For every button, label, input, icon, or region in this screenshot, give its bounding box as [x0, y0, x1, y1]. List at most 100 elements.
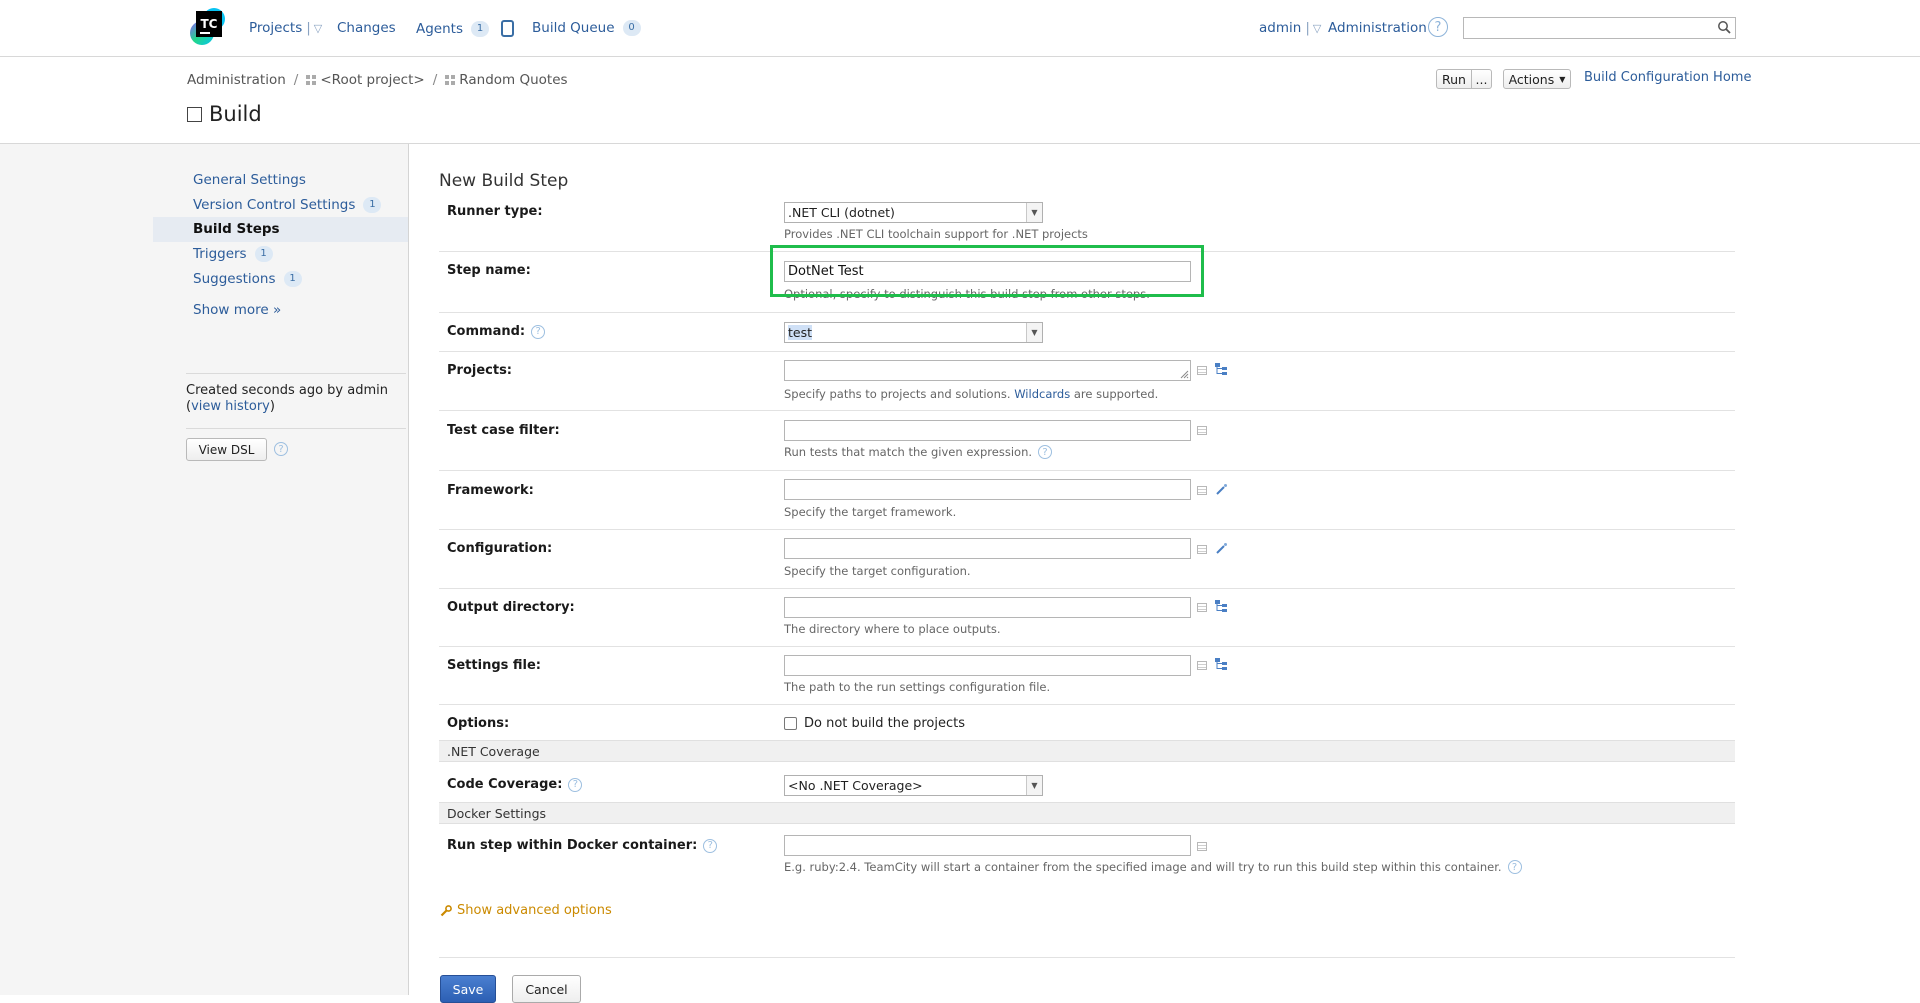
docker-hint-row: E.g. ruby:2.4. TeamCity will start a con… — [784, 860, 1522, 874]
test-case-filter-input[interactable] — [784, 420, 1191, 441]
runner-type-hint: Provides .NET CLI toolchain support for … — [784, 227, 1088, 241]
framework-input[interactable] — [784, 479, 1191, 500]
nav-build-queue-label[interactable]: Build Queue — [532, 20, 615, 36]
chevron-down-icon[interactable]: ▽ — [1313, 22, 1321, 35]
parameter-picker-icon[interactable] — [1197, 842, 1207, 851]
sidebar-item-build-steps[interactable]: Build Steps — [193, 221, 280, 237]
chevron-down-icon[interactable]: ▼ — [1026, 776, 1042, 795]
sidebar-item-label[interactable]: General Settings — [193, 172, 306, 188]
show-more-link[interactable]: Show more » — [193, 302, 281, 318]
runner-type-value: .NET CLI (dotnet) — [788, 205, 895, 220]
sidebar-item-label[interactable]: Suggestions — [193, 271, 276, 287]
show-advanced-options-label[interactable]: Show advanced options — [457, 903, 612, 918]
teamcity-logo[interactable]: TC — [188, 7, 228, 47]
docker-image-input[interactable] — [784, 835, 1191, 856]
code-coverage-select[interactable]: <No .NET Coverage> ▼ — [784, 775, 1043, 796]
row-divider — [439, 588, 1735, 589]
help-icon[interactable]: ? — [568, 777, 583, 792]
user-menu[interactable]: admin | ▽ — [1259, 20, 1321, 36]
run-options-button[interactable]: ... — [1471, 69, 1492, 89]
help-icon[interactable]: ? — [1428, 17, 1448, 37]
breadcrumb-random-quotes[interactable]: Random Quotes — [459, 72, 567, 88]
build-queue-count-badge: 0 — [622, 20, 641, 36]
top-navigation-bar: TC Projects | ▽ Changes Agents 1 Build Q… — [0, 0, 1920, 57]
file-tree-icon[interactable] — [1215, 600, 1228, 613]
view-dsl-button[interactable]: View DSL — [186, 438, 267, 461]
row-divider — [439, 312, 1735, 313]
view-history-link[interactable]: view history — [191, 399, 270, 414]
wildcards-link[interactable]: Wildcards — [1014, 387, 1070, 401]
save-button[interactable]: Save — [440, 975, 496, 1003]
sidebar-count-badge: 1 — [363, 197, 382, 213]
sidebar-item-label[interactable]: Triggers — [193, 246, 247, 262]
sidebar-item-label[interactable]: Version Control Settings — [193, 197, 355, 213]
test-case-filter-label: Test case filter: — [447, 423, 560, 438]
chevron-down-icon[interactable]: ▼ — [1026, 203, 1042, 222]
options-label: Options: — [447, 716, 510, 731]
run-button[interactable]: Run — [1436, 69, 1472, 89]
help-icon[interactable]: ? — [1038, 445, 1053, 459]
parameter-picker-icon[interactable] — [1197, 366, 1207, 375]
breadcrumb: Administration / <Root project> / Random… — [187, 72, 568, 88]
parameter-picker-icon[interactable] — [1197, 486, 1207, 495]
nav-agents[interactable]: Agents 1 — [416, 20, 514, 37]
file-tree-icon[interactable] — [1215, 363, 1228, 376]
help-icon[interactable]: ? — [703, 838, 718, 853]
row-divider — [439, 704, 1735, 705]
row-divider — [439, 646, 1735, 647]
cancel-button[interactable]: Cancel — [512, 975, 581, 1003]
search-input[interactable] — [1463, 17, 1736, 39]
user-name[interactable]: admin — [1259, 20, 1301, 36]
nav-build-queue[interactable]: Build Queue 0 — [532, 20, 641, 36]
output-directory-input[interactable] — [784, 597, 1191, 618]
nav-administration[interactable]: Administration — [1328, 20, 1427, 36]
do-not-build-checkbox[interactable] — [784, 717, 797, 730]
actions-dropdown[interactable]: Actions ▼ — [1503, 69, 1571, 89]
sidebar-item-label[interactable]: Build Steps — [193, 221, 280, 237]
svg-text:TC: TC — [201, 17, 218, 31]
search-icon[interactable] — [1717, 20, 1731, 34]
show-advanced-options-link[interactable]: Show advanced options — [440, 903, 612, 918]
parameter-picker-icon[interactable] — [1197, 661, 1207, 670]
do-not-build-label[interactable]: Do not build the projects — [804, 716, 965, 731]
nav-agents-label[interactable]: Agents — [416, 21, 463, 37]
help-icon[interactable]: ? — [531, 324, 546, 339]
settings-file-input[interactable] — [784, 655, 1191, 676]
help-icon[interactable]: ? — [1507, 860, 1522, 874]
chevron-down-icon[interactable]: ▽ — [314, 22, 322, 35]
magic-wand-icon[interactable] — [1215, 483, 1228, 496]
divider — [186, 373, 406, 374]
parameter-picker-icon[interactable] — [1197, 426, 1207, 435]
show-more-label[interactable]: Show more » — [193, 302, 281, 318]
sidebar-item-version-control-settings[interactable]: Version Control Settings 1 — [193, 197, 382, 213]
magic-wand-icon[interactable] — [1215, 542, 1228, 555]
projects-textarea[interactable] — [784, 360, 1191, 381]
sidebar-item-general-settings[interactable]: General Settings — [193, 172, 306, 188]
nav-changes-label[interactable]: Changes — [337, 20, 396, 36]
parameter-picker-icon[interactable] — [1197, 545, 1207, 554]
sidebar-item-triggers[interactable]: Triggers 1 — [193, 246, 273, 262]
test-case-filter-hint: Run tests that match the given expressio… — [784, 445, 1033, 459]
breadcrumb-separator: / — [293, 72, 299, 88]
resize-handle-icon[interactable] — [1179, 369, 1189, 379]
projects-hint-prefix: Specify paths to projects and solutions. — [784, 387, 1015, 401]
command-select[interactable]: test ▼ — [784, 322, 1043, 343]
nav-changes[interactable]: Changes — [337, 20, 396, 36]
agent-icon[interactable] — [501, 20, 514, 37]
projects-hint: Specify paths to projects and solutions.… — [784, 387, 1158, 401]
breadcrumb-administration[interactable]: Administration — [187, 72, 286, 88]
build-configuration-home-link[interactable]: Build Configuration Home — [1584, 70, 1751, 85]
runner-type-select[interactable]: .NET CLI (dotnet) ▼ — [784, 202, 1043, 223]
parameter-picker-icon[interactable] — [1197, 603, 1207, 612]
sidebar-item-suggestions[interactable]: Suggestions 1 — [193, 271, 302, 287]
nav-projects-label[interactable]: Projects — [249, 20, 302, 36]
nav-projects[interactable]: Projects | ▽ — [249, 20, 322, 36]
administration-label[interactable]: Administration — [1328, 20, 1427, 36]
breadcrumb-root-project[interactable]: <Root project> — [320, 72, 424, 88]
row-divider — [439, 351, 1735, 352]
chevron-down-icon[interactable]: ▼ — [1026, 323, 1042, 342]
help-icon[interactable]: ? — [274, 442, 288, 456]
created-text: Created seconds ago by admin — [186, 383, 388, 398]
configuration-input[interactable] — [784, 538, 1191, 559]
file-tree-icon[interactable] — [1215, 658, 1228, 671]
